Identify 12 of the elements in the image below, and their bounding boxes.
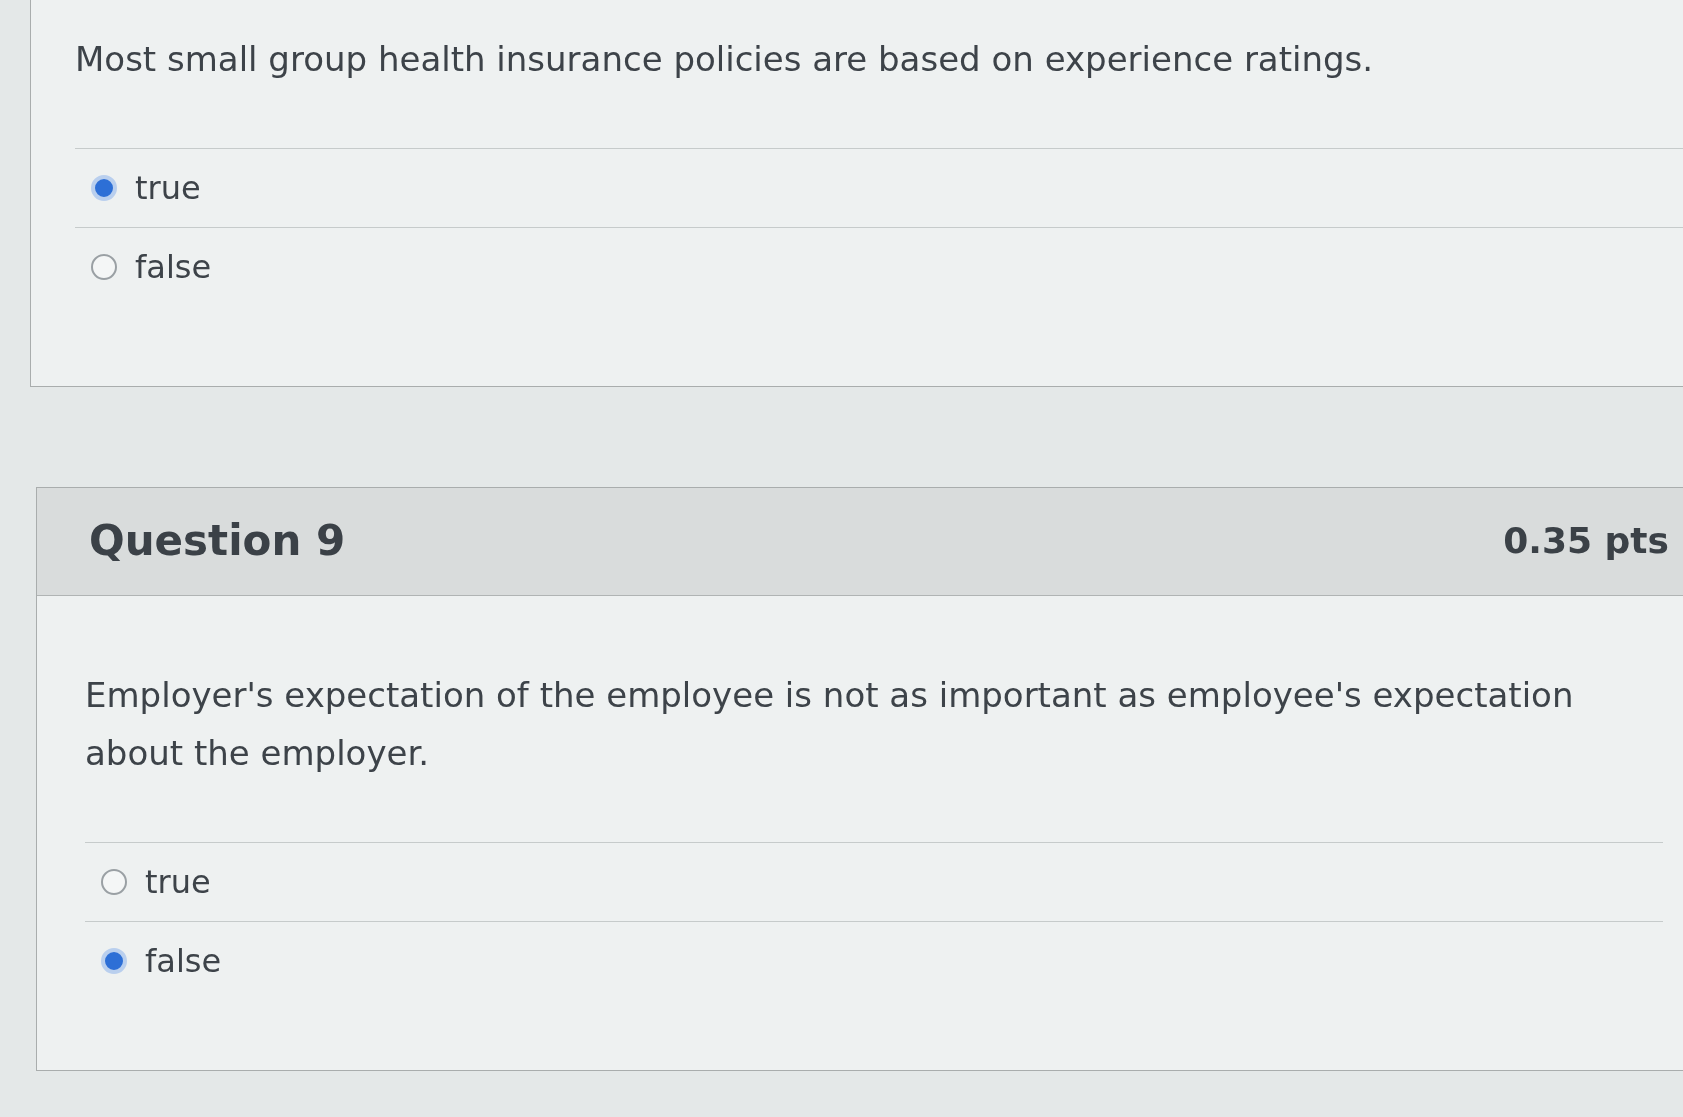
question-text: Employer's expectation of the employee is not as important as employee's expectation about the employer. <box>85 674 1575 775</box>
radio-button[interactable] <box>101 869 127 895</box>
radio-button[interactable] <box>101 948 127 974</box>
option-label[interactable]: false <box>135 248 212 286</box>
radio-button[interactable] <box>91 175 117 201</box>
question-text: Most small group health insurance policies are based on experience ratings. <box>75 38 1375 81</box>
question-title: Question 9 <box>89 516 346 565</box>
option-label[interactable]: true <box>135 169 201 207</box>
radio-button[interactable] <box>91 254 117 280</box>
question-points: 0.35 pts <box>1503 520 1669 561</box>
option-label[interactable]: true <box>145 863 211 901</box>
option-label[interactable]: false <box>145 942 222 980</box>
